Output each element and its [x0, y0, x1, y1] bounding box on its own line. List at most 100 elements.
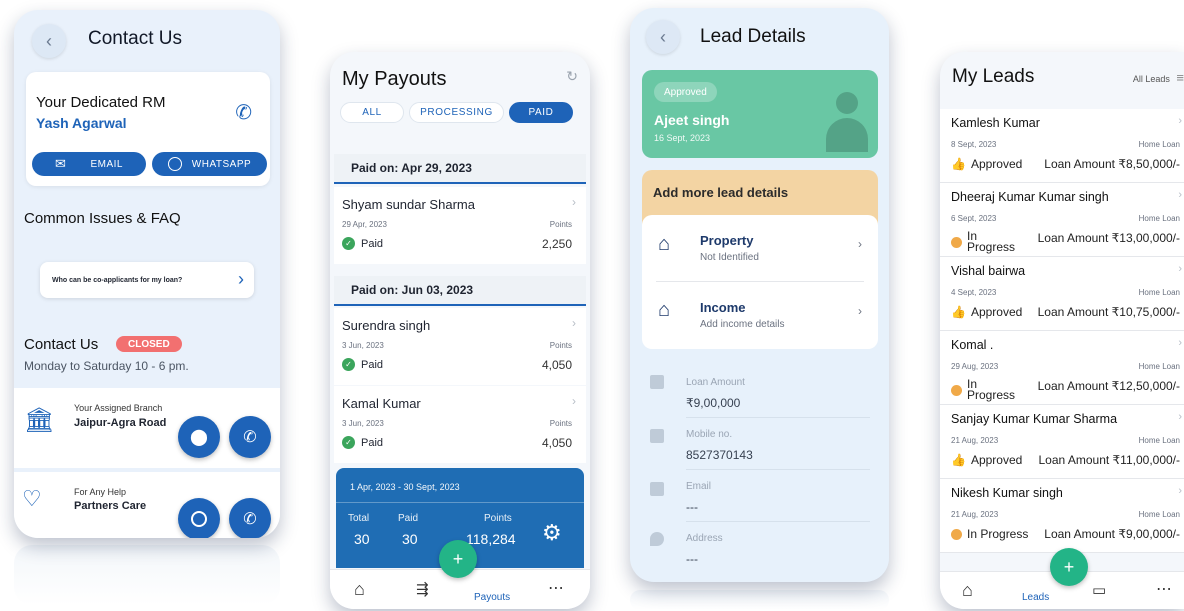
- payouts-nav-icon[interactable]: ▭: [1092, 581, 1106, 599]
- tab-all[interactable]: ALL: [340, 102, 404, 123]
- chevron-right-icon: ›: [1178, 411, 1182, 423]
- back-button[interactable]: ‹: [32, 24, 66, 58]
- tab-paid[interactable]: PAID: [509, 102, 573, 123]
- call-branch-button[interactable]: ✆: [229, 416, 271, 458]
- payout-item[interactable]: Kamal Kumar › 3 Jun, 2023 Points ✓ Paid 4…: [334, 386, 586, 463]
- back-button[interactable]: ‹: [646, 20, 680, 54]
- chevron-right-icon: ›: [1178, 115, 1182, 127]
- points-value: 4,050: [541, 436, 572, 450]
- lead-item[interactable]: Dheeraj Kumar Kumar singh › 6 Sept, 2023…: [940, 183, 1184, 257]
- nav-leads[interactable]: Leads: [1022, 592, 1049, 603]
- lead-date: 8 Sept, 2023: [951, 140, 997, 149]
- status-badge: Approved: [654, 82, 717, 102]
- loan-amount: Loan Amount ₹10,75,000/-: [1037, 305, 1180, 319]
- points-label: Points: [549, 341, 572, 350]
- section-header: Paid on: Jun 03, 2023: [334, 276, 586, 306]
- add-button[interactable]: +: [439, 540, 477, 578]
- filter-icon: ≡: [1176, 70, 1184, 85]
- chevron-right-icon: ›: [1178, 485, 1182, 497]
- add-button[interactable]: +: [1050, 548, 1088, 586]
- loan-type: Home Loan: [1138, 288, 1180, 297]
- whatsapp-button[interactable]: WHATSAPP: [152, 152, 267, 176]
- in-progress-icon: [951, 236, 962, 248]
- lead-item[interactable]: Sanjay Kumar Kumar Sharma › 21 Aug, 2023…: [940, 405, 1184, 479]
- field-value: ---: [686, 552, 698, 566]
- payout-name: Kamal Kumar: [342, 396, 421, 411]
- phone-icon: ✆: [243, 511, 257, 528]
- loan-type: Home Loan: [1138, 436, 1180, 445]
- in-progress-icon: [951, 528, 962, 540]
- id-card-icon: [650, 482, 664, 496]
- points-label: Points: [549, 419, 572, 428]
- faq-heading: Common Issues & FAQ: [24, 210, 181, 227]
- property-option[interactable]: ⌂ Property Not Identified ›: [642, 215, 878, 281]
- whatsapp-icon: [167, 157, 182, 171]
- location-button[interactable]: ⬤: [178, 416, 220, 458]
- email-button-label: EMAIL: [90, 158, 123, 170]
- whatsapp-help-button[interactable]: [178, 498, 220, 538]
- income-subtitle: Add income details: [700, 319, 785, 330]
- loan-type: Home Loan: [1138, 362, 1180, 371]
- lead-item[interactable]: Kamlesh Kumar › 8 Sept, 2023 Home Loan 👍…: [940, 109, 1184, 183]
- mail-icon: [650, 429, 664, 443]
- help-label: For Any Help: [74, 487, 127, 497]
- chevron-right-icon: ›: [1178, 263, 1182, 275]
- faq-item[interactable]: Who can be co-applicants for my loan? ›: [40, 262, 254, 298]
- more-icon[interactable]: ⋯: [548, 578, 564, 598]
- page-title: Contact Us: [88, 28, 182, 49]
- home-icon[interactable]: ⌂: [962, 580, 973, 601]
- plus-icon: +: [1063, 556, 1075, 577]
- payouts-nav-icon[interactable]: ⇶: [416, 580, 429, 598]
- thumbs-up-icon: 👍: [951, 305, 966, 319]
- lead-item[interactable]: Komal . › 29 Aug, 2023 Home Loan In Prog…: [940, 331, 1184, 405]
- branch-label: Your Assigned Branch: [74, 403, 163, 413]
- tab-processing[interactable]: PROCESSING: [409, 102, 504, 123]
- status-text: Paid: [361, 358, 384, 371]
- more-icon[interactable]: ⋯: [1156, 579, 1172, 599]
- payout-item[interactable]: Shyam sundar Sharma › 29 Apr, 2023 Point…: [334, 187, 586, 264]
- lead-status: 👍 Approved: [951, 453, 1022, 467]
- total-value: 30: [354, 531, 370, 547]
- lead-status: In Progress: [951, 229, 1017, 254]
- lead-detail-options: ⌂ Property Not Identified › ⌂ Income Add…: [642, 215, 878, 349]
- lead-item[interactable]: Vishal bairwa › 4 Sept, 2023 Home Loan 👍…: [940, 257, 1184, 331]
- nav-payouts[interactable]: Payouts: [474, 592, 510, 603]
- section-header: Paid on: Apr 29, 2023: [334, 154, 586, 184]
- lead-status: 👍 Approved: [951, 157, 1022, 171]
- location-pin-icon: [650, 532, 664, 546]
- status-text: In Progress: [967, 377, 1016, 402]
- status-text: Approved: [970, 157, 1023, 171]
- in-progress-icon: [951, 384, 962, 396]
- filter-label: All Leads: [1132, 74, 1170, 84]
- phone-icon[interactable]: ✆: [235, 100, 252, 125]
- help-name: Partners Care: [74, 500, 147, 512]
- lead-date: 6 Sept, 2023: [951, 214, 997, 223]
- refresh-icon[interactable]: ↻: [566, 68, 578, 85]
- call-help-button[interactable]: ✆: [229, 498, 271, 538]
- lead-status: In Progress: [951, 377, 1017, 402]
- email-button[interactable]: ✉ EMAIL: [32, 152, 146, 176]
- filter-dropdown[interactable]: All Leads ≡: [1133, 70, 1184, 85]
- chevron-right-icon: ›: [572, 316, 576, 330]
- lead-item[interactable]: Nikesh Kumar singh › 21 Aug, 2023 Home L…: [940, 479, 1184, 553]
- avatar: [826, 92, 868, 152]
- income-option[interactable]: ⌂ Income Add income details ›: [642, 282, 878, 348]
- lead-name: Kamlesh Kumar: [951, 116, 1040, 130]
- loan-type: Home Loan: [1138, 214, 1180, 223]
- loan-amount: Loan Amount ₹12,50,000/-: [1037, 379, 1180, 393]
- rm-card: Your Dedicated RM Yash Agarwal ✆ ✉ EMAIL…: [26, 72, 270, 186]
- status-text: In Progress: [967, 229, 1016, 254]
- loan-amount: Loan Amount ₹9,00,000/-: [1044, 527, 1180, 541]
- rm-label: Your Dedicated RM: [36, 94, 166, 111]
- lead-status: 👍 Approved: [951, 305, 1022, 319]
- thumbs-up-icon: 👍: [951, 157, 966, 171]
- chevron-right-icon: ›: [572, 195, 576, 209]
- payout-date: 29 Apr, 2023: [342, 220, 387, 229]
- home-icon[interactable]: ⌂: [354, 579, 365, 600]
- property-subtitle: Not Identified: [700, 252, 759, 263]
- hand-heart-icon: ♡: [22, 486, 42, 511]
- payout-name: Surendra singh: [342, 318, 431, 333]
- lead-name: Dheeraj Kumar Kumar singh: [951, 190, 1109, 204]
- payout-item[interactable]: Surendra singh › 3 Jun, 2023 Points ✓ Pai…: [334, 308, 586, 385]
- gear-icon[interactable]: ⚙: [542, 520, 562, 546]
